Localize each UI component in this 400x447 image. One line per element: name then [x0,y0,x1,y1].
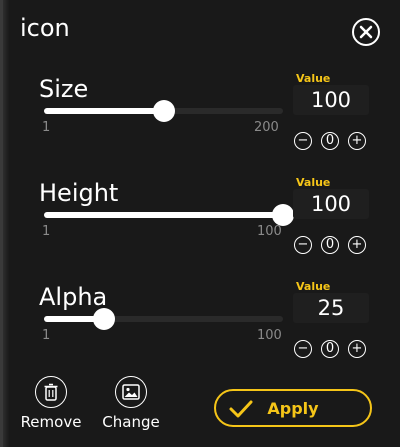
height-decrement-button[interactable]: − [294,236,312,254]
alpha-reset-button[interactable]: 0 [321,340,339,358]
alpha-value-label: Value [296,280,331,293]
size-value-field[interactable]: 100 [293,85,369,115]
size-min-label: 1 [42,120,51,135]
size-increment-button[interactable]: + [348,132,366,150]
apply-button[interactable]: Apply [214,389,372,427]
height-value-label: Value [296,176,331,189]
height-reset-button[interactable]: 0 [321,236,339,254]
alpha-label: Alpha [39,283,108,311]
alpha-max-label: 100 [257,328,282,343]
size-slider[interactable] [44,100,283,122]
height-control: Height 1 100 Value 100 − 0 + [3,176,400,279]
size-control: Size 1 200 Value 100 − 0 + [3,72,400,175]
icon-settings-panel: icon Size 1 200 Value 100 − 0 + Height 1… [0,0,400,447]
size-value-label: Value [296,72,331,85]
height-slider[interactable] [44,204,294,226]
panel-title: icon [20,14,70,42]
alpha-increment-button[interactable]: + [348,340,366,358]
trash-icon [35,376,67,408]
remove-button[interactable]: Remove [16,376,86,436]
alpha-min-label: 1 [42,328,51,343]
size-label: Size [39,75,89,103]
size-reset-button[interactable]: 0 [321,132,339,150]
size-decrement-button[interactable]: − [294,132,312,150]
size-slider-fill [44,108,164,114]
height-max-label: 100 [257,224,282,239]
image-icon [115,376,147,408]
checkmark-icon [228,398,254,424]
alpha-value-field[interactable]: 25 [293,293,369,323]
remove-label: Remove [20,413,82,431]
height-slider-thumb[interactable] [272,204,294,226]
size-max-label: 200 [254,120,279,135]
height-label: Height [39,179,119,207]
height-slider-fill [44,212,283,218]
height-value-field[interactable]: 100 [293,189,369,219]
alpha-decrement-button[interactable]: − [294,340,312,358]
apply-label: Apply [267,398,319,418]
alpha-slider-thumb[interactable] [92,308,115,330]
height-increment-button[interactable]: + [348,236,366,254]
change-button[interactable]: Change [96,376,166,436]
alpha-control: Alpha 1 100 Value 25 − 0 + [3,280,400,383]
height-min-label: 1 [42,224,51,239]
alpha-slider[interactable] [44,308,283,330]
change-label: Change [102,413,160,431]
close-icon[interactable] [351,17,381,47]
size-slider-thumb[interactable] [152,100,175,122]
